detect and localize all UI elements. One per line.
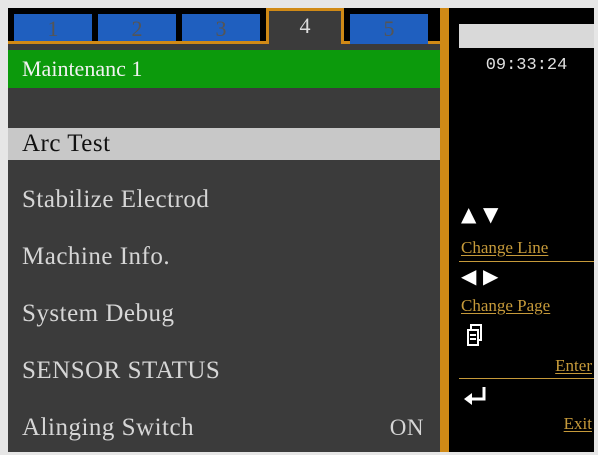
divider: [459, 378, 594, 379]
arrow-up-icon: ▲: [461, 202, 477, 226]
return-arrow-icon: [463, 386, 489, 406]
change-page-button[interactable]: Change Page: [461, 296, 594, 316]
exit-button[interactable]: Exit: [461, 414, 592, 434]
side-panel: 09:33:24 ▲ ▼ Change Line ◀ ▶ Change Page…: [449, 8, 594, 452]
arrow-down-icon: ▼: [483, 202, 499, 226]
panel-separator: [440, 8, 449, 452]
tab-1[interactable]: 1: [14, 14, 92, 44]
switch-value: ON: [389, 415, 424, 440]
menu-item-arc-test[interactable]: Arc Test: [8, 128, 440, 160]
tab-3[interactable]: 3: [182, 14, 260, 44]
menu-item-sensor-status[interactable]: SENSOR STATUS: [8, 355, 440, 387]
menu-item-label: System Debug: [22, 300, 175, 327]
tab-2[interactable]: 2: [98, 14, 176, 44]
menu-item-system-debug[interactable]: System Debug: [8, 298, 440, 330]
status-box: [459, 24, 594, 48]
tab-strip: 1 2 3 4 5: [8, 8, 440, 44]
change-line-button[interactable]: Change Line: [461, 238, 594, 258]
menu-item-label: Machine Info.: [22, 243, 171, 270]
arrow-left-icon: ◀: [461, 264, 477, 288]
hmi-screen: 1 2 3 4 5 Maintenanc 1 Arc Test Stabiliz…: [8, 8, 594, 452]
menu-item-machine-info[interactable]: Machine Info.: [8, 241, 440, 273]
page-title: Maintenanc 1: [8, 50, 440, 88]
menu-item-alinging-switch[interactable]: Alinging Switch ON: [8, 412, 440, 444]
menu-item-label: Arc Test: [22, 130, 111, 157]
menu-item-stabilize-electrod[interactable]: Stabilize Electrod: [8, 184, 440, 216]
menu-item-label: SENSOR STATUS: [22, 357, 221, 384]
arrow-right-icon: ▶: [483, 264, 499, 288]
tab-4[interactable]: 4: [266, 8, 344, 44]
tab-5[interactable]: 5: [350, 14, 428, 44]
divider: [459, 261, 594, 262]
enter-button[interactable]: Enter: [461, 356, 592, 376]
clock: 09:33:24: [485, 56, 568, 75]
main-panel: Maintenanc 1 Arc Test Stabilize Electrod…: [8, 44, 440, 452]
menu-item-label: Stabilize Electrod: [22, 186, 210, 213]
menu-item-label: Alinging Switch: [22, 414, 195, 441]
copy-pages-icon: [467, 324, 483, 346]
